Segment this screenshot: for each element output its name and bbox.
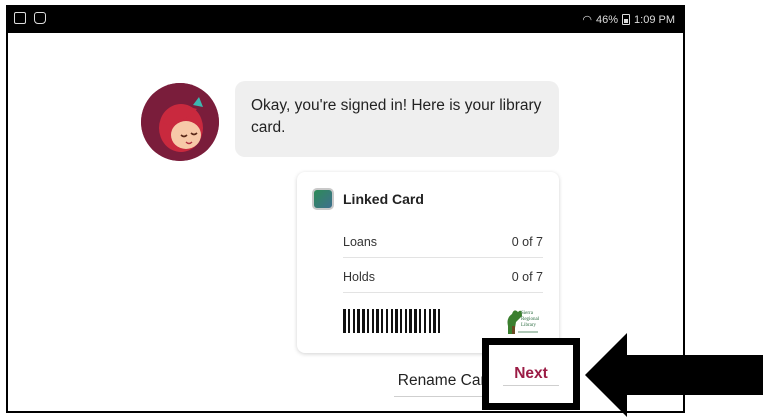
status-right: ◠ 46% 1:09 PM [582,13,675,27]
barcode-icon [343,309,487,333]
avatar [141,83,219,161]
bag-icon [34,12,46,24]
wifi-icon: ◠ [582,14,592,26]
status-bar: ◠ 46% 1:09 PM [8,7,683,33]
library-card: Linked Card Loans 0 of 7 Holds 0 of 7 Si… [297,172,559,353]
screen: ◠ 46% 1:09 PM Okay, you're signed in! He… [0,0,763,417]
svg-text:Library: Library [521,323,536,328]
next-button-highlight: Next [482,338,580,410]
device-frame: ◠ 46% 1:09 PM Okay, you're signed in! He… [6,5,685,413]
holds-label: Holds [343,269,375,284]
chat-bubble: Okay, you're signed in! Here is your lib… [235,81,559,157]
chat-message: Okay, you're signed in! Here is your lib… [251,97,542,136]
clock: 1:09 PM [634,13,675,26]
svg-text:Regional: Regional [521,317,540,322]
next-button[interactable]: Next [489,345,573,403]
gallery-icon [14,12,26,24]
card-title: Linked Card [343,191,424,207]
status-left-icons [14,12,46,24]
card-row-loans: Loans 0 of 7 [343,226,543,258]
loans-label: Loans [343,234,378,249]
battery-icon [622,14,631,25]
library-logo: Sierra Regional Library [502,304,542,338]
libby-avatar-icon [141,83,219,161]
battery-percent: 46% [596,13,619,26]
next-underline [503,385,559,386]
card-row-holds: Holds 0 of 7 [343,261,543,293]
card-color-swatch[interactable] [312,188,334,210]
loans-value: 0 of 7 [511,234,543,249]
left-arrow-icon [585,333,763,417]
svg-text:Sierra: Sierra [521,311,534,316]
holds-value: 0 of 7 [511,269,543,284]
